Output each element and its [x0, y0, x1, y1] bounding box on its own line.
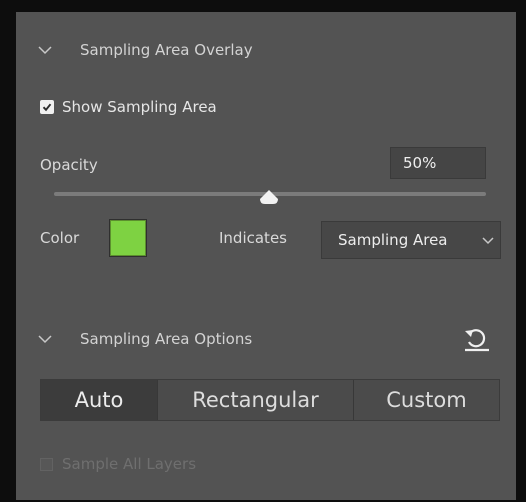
mode-custom-button[interactable]: Custom: [353, 380, 499, 420]
slider-thumb-icon[interactable]: [259, 189, 279, 207]
sample-all-layers-row: Sample All Layers: [40, 455, 196, 473]
sampling-mode-segmented: Auto Rectangular Custom: [40, 379, 500, 421]
reset-icon: [465, 329, 489, 352]
sample-all-layers-checkbox: [40, 457, 53, 471]
sample-all-layers-label: Sample All Layers: [62, 455, 197, 473]
opacity-label: Opacity: [40, 156, 98, 174]
chevron-down-icon: [482, 231, 494, 249]
color-swatch[interactable]: [109, 219, 147, 257]
indicates-select[interactable]: Sampling Area: [321, 221, 501, 259]
sampling-panel: Sampling Area Overlay Show Sampling Area…: [16, 12, 516, 500]
mode-auto-button[interactable]: Auto: [41, 380, 157, 420]
options-section-title: Sampling Area Options: [80, 330, 253, 348]
options-section-header[interactable]: Sampling Area Options: [38, 324, 252, 354]
overlay-section-header[interactable]: Sampling Area Overlay: [38, 35, 253, 65]
indicates-label: Indicates: [219, 229, 287, 247]
chevron-down-icon[interactable]: [38, 332, 52, 346]
opacity-input[interactable]: 50%: [390, 147, 486, 179]
color-label: Color: [40, 229, 80, 247]
reset-button[interactable]: [460, 327, 494, 353]
overlay-section-title: Sampling Area Overlay: [80, 41, 253, 59]
show-sampling-area-label: Show Sampling Area: [62, 98, 217, 116]
show-sampling-area-checkbox[interactable]: [40, 100, 54, 114]
chevron-down-icon[interactable]: [38, 43, 52, 57]
dialog-frame: Sampling Area Overlay Show Sampling Area…: [0, 0, 526, 502]
indicates-selected-value: Sampling Area: [338, 231, 448, 249]
show-sampling-area-row[interactable]: Show Sampling Area: [40, 98, 217, 116]
mode-rectangular-button[interactable]: Rectangular: [157, 380, 353, 420]
